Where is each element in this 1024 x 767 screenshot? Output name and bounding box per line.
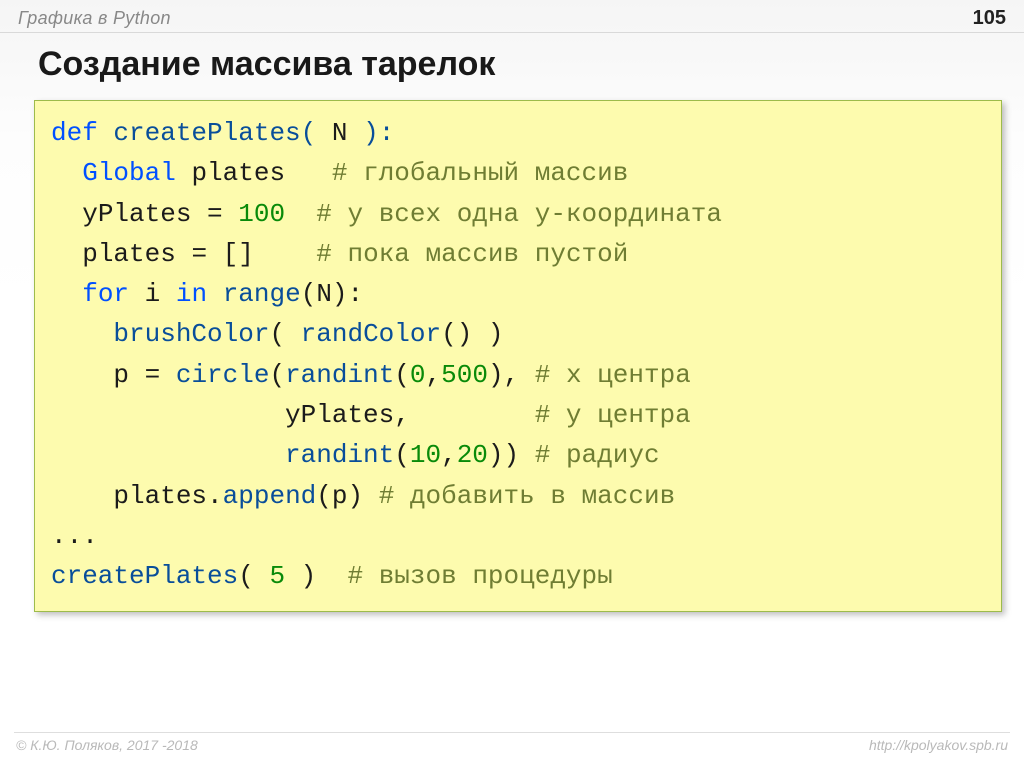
eq: = bbox=[191, 199, 238, 229]
keyword-for: for bbox=[82, 279, 129, 309]
fn-randColor: randColor bbox=[301, 319, 441, 349]
empty-list: [] bbox=[223, 239, 254, 269]
comment: # радиус bbox=[535, 440, 660, 470]
comment: # вызов процедуры bbox=[348, 561, 613, 591]
var-yPlates: yPlates bbox=[285, 400, 394, 430]
ellipsis: ... bbox=[51, 521, 98, 551]
comment: # глобальный массив bbox=[332, 158, 628, 188]
footer-divider bbox=[14, 732, 1010, 733]
var-plates: plates bbox=[191, 158, 285, 188]
footer-url: http://kpolyakov.spb.ru bbox=[869, 737, 1008, 753]
keyword-in: in bbox=[176, 279, 207, 309]
var-p: p bbox=[332, 481, 348, 511]
keyword-global: Global bbox=[82, 158, 176, 188]
fn-createPlates: createPlates bbox=[113, 118, 300, 148]
comment: # y центра bbox=[535, 400, 691, 430]
num: 10 bbox=[410, 440, 441, 470]
paren: ( bbox=[394, 360, 410, 390]
paren: ) bbox=[348, 481, 364, 511]
paren: ( bbox=[316, 481, 332, 511]
fn-createPlates: createPlates bbox=[51, 561, 238, 591]
fn-randint: randint bbox=[285, 360, 394, 390]
var-yPlates: yPlates bbox=[82, 199, 191, 229]
footer-copyright: © К.Ю. Поляков, 2017 -2018 bbox=[16, 737, 198, 753]
comma: , bbox=[394, 400, 410, 430]
paren: ( bbox=[269, 360, 285, 390]
var-plates: plates bbox=[113, 481, 207, 511]
var-plates: plates bbox=[82, 239, 176, 269]
num: 500 bbox=[441, 360, 488, 390]
paren: ( bbox=[269, 319, 300, 349]
paren: () ) bbox=[441, 319, 503, 349]
num: 20 bbox=[457, 440, 488, 470]
comment: # x центра bbox=[535, 360, 691, 390]
paren: )) bbox=[488, 440, 519, 470]
comment: # у всех одна y-координата bbox=[316, 199, 722, 229]
num: 100 bbox=[238, 199, 285, 229]
paren: ) bbox=[285, 561, 316, 591]
paren: ( bbox=[394, 440, 410, 470]
paren: ( bbox=[238, 561, 269, 591]
keyword-def: def bbox=[51, 118, 98, 148]
num: 5 bbox=[269, 561, 285, 591]
fn-brushColor: brushColor bbox=[113, 319, 269, 349]
comment: # пока массив пустой bbox=[316, 239, 628, 269]
paren: ): bbox=[347, 118, 394, 148]
slide: Графика в Python 105 Создание массива та… bbox=[0, 0, 1024, 767]
eq: = bbox=[176, 239, 223, 269]
eq: = bbox=[129, 360, 176, 390]
param-N: N bbox=[316, 279, 332, 309]
fn-append: append bbox=[223, 481, 317, 511]
fn-range: range bbox=[223, 279, 301, 309]
paren: ), bbox=[488, 360, 519, 390]
var-i: i bbox=[145, 279, 161, 309]
fn-circle: circle bbox=[176, 360, 270, 390]
paren: ( bbox=[301, 279, 317, 309]
comma: , bbox=[441, 440, 457, 470]
fn-randint: randint bbox=[285, 440, 394, 470]
paren: ( bbox=[301, 118, 332, 148]
slide-footer: © К.Ю. Поляков, 2017 -2018 http://kpolya… bbox=[0, 737, 1024, 753]
breadcrumb: Графика в Python bbox=[18, 8, 171, 29]
comment: # добавить в массив bbox=[379, 481, 675, 511]
slide-title: Создание массива тарелок bbox=[0, 33, 1024, 100]
num: 0 bbox=[410, 360, 426, 390]
slide-header: Графика в Python 105 bbox=[0, 0, 1024, 32]
page-number: 105 bbox=[973, 7, 1006, 30]
paren: ): bbox=[332, 279, 363, 309]
comma: , bbox=[426, 360, 442, 390]
code-block: def createPlates( N ): Global plates # г… bbox=[34, 100, 1002, 612]
dot: . bbox=[207, 481, 223, 511]
param-N: N bbox=[332, 118, 348, 148]
var-p: p bbox=[113, 360, 129, 390]
